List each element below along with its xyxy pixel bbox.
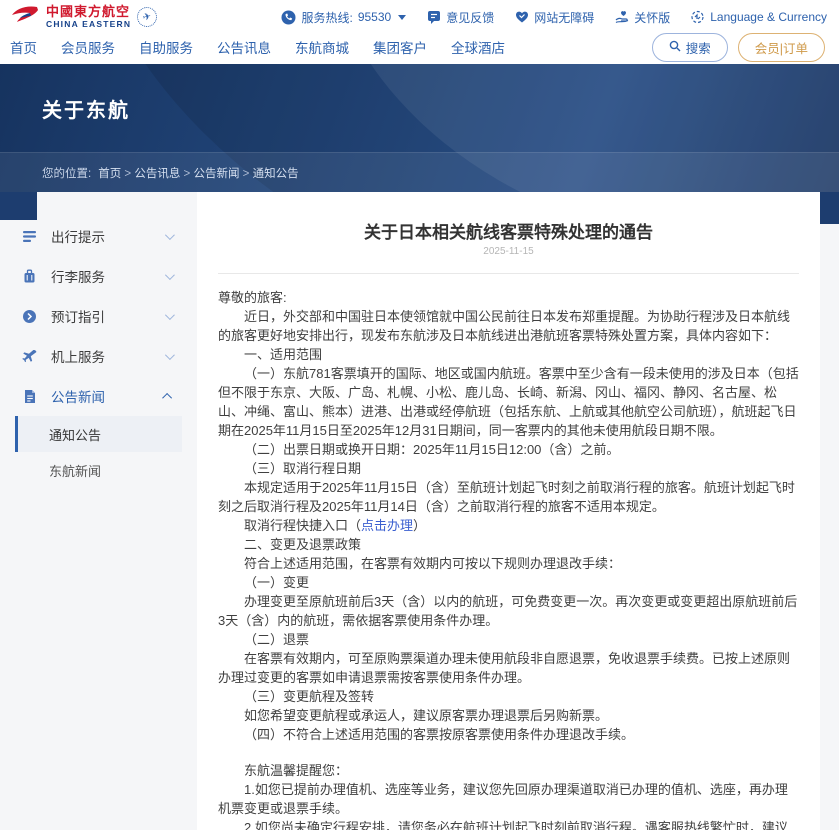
- logo-chinese-name: 中國東方航空: [46, 4, 131, 20]
- news-icon: [21, 388, 38, 405]
- article-paragraph: 在客票有效期内，可至原购票渠道办理未使用航段非自愿退票，免收退票手续费。已按上述…: [218, 651, 791, 685]
- nav-links: 首页 会员服务 自助服务 公告讯息 东航商城 集团客户 全球酒店: [10, 37, 505, 57]
- article-paragraph: 近日，外交部和中国驻日本使领馆就中国公民前往日本发布郑重提醒。为协助行程涉及日本…: [218, 309, 791, 343]
- caret-down-icon: [398, 14, 407, 20]
- topbar-link-feedback[interactable]: 意见反馈: [426, 9, 494, 26]
- chevron-down-icon: [164, 269, 175, 280]
- article-paragraph: （三）取消行程日期: [244, 461, 362, 476]
- topbar-quick-links: 意见反馈 网站无障碍 关怀版 Language & Currency: [426, 9, 827, 26]
- topbar-link-language-currency[interactable]: Language & Currency: [690, 9, 827, 26]
- topbar-link-accessibility-heart[interactable]: 网站无障碍: [514, 9, 594, 26]
- banner-title: 关于东航: [42, 100, 130, 122]
- breadcrumb-label: 您的位置:: [42, 167, 92, 180]
- chevron-down-icon: [164, 309, 175, 320]
- swallow-logo-icon: [10, 4, 40, 31]
- article-paragraph: 办理变更至原航班前后3天（含）以内的航班，可免费变更一次。再次变更或变更超出原航…: [218, 594, 798, 628]
- language-currency-icon: [690, 10, 705, 25]
- breadcrumb-link[interactable]: 公告新闻: [193, 168, 239, 180]
- chevron-down-icon: [164, 229, 175, 240]
- article-paragraph: 一、适用范围: [244, 347, 323, 362]
- article-paragraph: （三）变更航程及签转: [244, 689, 375, 704]
- booking-guide-icon: [21, 308, 38, 325]
- title-divider: [218, 273, 799, 274]
- article-paragraph: （二）退票: [244, 632, 310, 647]
- member-orders-button[interactable]: 会员|订单: [737, 32, 825, 62]
- article-body: 尊敬的旅客: 近日，外交部和中国驻日本使领馆就中国公民前往日本发布郑重提醒。为协助…: [218, 288, 799, 830]
- topbar: 中國東方航空 CHINA EASTERN ✈ 服务热线: 95530 意见反馈 …: [0, 0, 839, 34]
- search-icon: [669, 40, 681, 55]
- hotline-label: 服务热线:: [301, 10, 353, 25]
- breadcrumb-separator: >: [183, 167, 191, 180]
- inflight-service-icon: [21, 348, 38, 365]
- hotline-number: 95530: [357, 10, 392, 24]
- banner-left-notch: [0, 192, 37, 220]
- breadcrumb-link[interactable]: 公告讯息: [134, 168, 180, 180]
- breadcrumb-link[interactable]: 首页: [98, 168, 121, 180]
- article-paragraph: 符合上述适用范围，在客票有效期内可按以下规则办理退改手续：: [244, 556, 622, 571]
- sidebar-item-机上服务[interactable]: 机上服务: [15, 336, 182, 376]
- service-hotline[interactable]: 服务热线: 95530: [281, 9, 407, 26]
- sidebar: 出行提示 行李服务 预订指引 机上服务 公告新闻 通知公告 东航新闻: [15, 202, 182, 488]
- sidebar-subitem-通知公告[interactable]: 通知公告: [15, 416, 182, 452]
- article-paragraph: 本规定适用于2025年11月15日（含）至航班计划起飞时刻之前取消行程的旅客。航…: [218, 480, 795, 514]
- breadcrumb-separator: >: [124, 167, 132, 180]
- main-navbar: 首页 会员服务 自助服务 公告讯息 东航商城 集团客户 全球酒店 搜索 会员|订单: [0, 32, 839, 64]
- search-label: 搜索: [685, 41, 711, 56]
- breadcrumb: 您的位置: 首页 > 公告讯息 > 公告新闻 > 通知公告: [0, 152, 839, 192]
- nav-item-会员服务[interactable]: 会员服务: [61, 37, 115, 57]
- article-paragraph: 东航温馨提醒您：: [244, 763, 349, 778]
- breadcrumb-items: 首页 > 公告讯息 > 公告新闻 > 通知公告: [98, 165, 298, 181]
- breadcrumb-current: 通知公告: [252, 167, 299, 180]
- topbar-utilities: 服务热线: 95530 意见反馈 网站无障碍 关怀版 Language & Cu…: [281, 9, 827, 26]
- phone-icon: [281, 10, 296, 25]
- china-eastern-logo[interactable]: 中國東方航空 CHINA EASTERN ✈: [10, 4, 160, 31]
- article-paragraph: （四）不符合上述适用范围的客票按原客票使用条件办理退改手续。: [244, 727, 635, 742]
- article-paragraph: 取消行程快捷入口（点击办理）: [244, 518, 427, 533]
- article-paragraph: 1.如您已提前办理值机、选座等业务，建议您先回原办理渠道取消已办理的值机、选座，…: [218, 782, 788, 816]
- article-paragraph: 如您希望变更航程或承运人，建议原客票办理退票后另购新票。: [244, 708, 609, 723]
- article-paragraph: 2.如您尚未确定行程安排，请您务必在航班计划起飞时刻前取消行程。遇客服热线繁忙时…: [244, 820, 788, 830]
- cancel-itinerary-link[interactable]: 点击办理: [361, 518, 413, 533]
- breadcrumb-separator: >: [242, 167, 250, 180]
- search-button[interactable]: 搜索: [651, 32, 728, 62]
- nav-item-集团客户[interactable]: 集团客户: [373, 37, 427, 57]
- nav-item-自助服务[interactable]: 自助服务: [139, 37, 193, 57]
- article-paragraph: （一）变更: [244, 575, 310, 590]
- nav-item-公告讯息[interactable]: 公告讯息: [217, 37, 271, 57]
- article-paragraph: （一）东航781客票填开的国际、地区或国内航班。客票中至少含有一段未使用的涉及日…: [218, 366, 799, 438]
- article-paragraph: （二）出票日期或换开日期：2025年11月15日12:00（含）之前。: [244, 442, 620, 457]
- article-panel: 关于日本相关航线客票特殊处理的通告 2025-11-15 尊敬的旅客: 近日，外交…: [197, 192, 820, 830]
- sidebar-item-出行提示[interactable]: 出行提示: [15, 216, 182, 256]
- care-icon: [614, 10, 629, 25]
- logo-english-name: CHINA EASTERN: [46, 19, 132, 30]
- hero-banner: 关于东航 您的位置: 首页 > 公告讯息 > 公告新闻 > 通知公告: [0, 64, 839, 192]
- chevron-down-icon: [164, 349, 175, 360]
- article-paragraph: 尊敬的旅客:: [218, 290, 287, 305]
- sidebar-subitem-东航新闻[interactable]: 东航新闻: [15, 452, 182, 488]
- nav-item-东航商城[interactable]: 东航商城: [295, 37, 349, 57]
- nav-item-全球酒店[interactable]: 全球酒店: [451, 37, 505, 57]
- nav-item-首页[interactable]: 首页: [10, 37, 37, 57]
- main-area: 出行提示 行李服务 预订指引 机上服务 公告新闻 通知公告 东航新闻 关于日本相关…: [0, 192, 839, 830]
- sidebar-item-公告新闻[interactable]: 公告新闻: [15, 376, 182, 416]
- banner-right-notch: [820, 192, 839, 224]
- page: 中國東方航空 CHINA EASTERN ✈ 服务热线: 95530 意见反馈 …: [0, 0, 839, 830]
- logo-text: 中國東方航空 CHINA EASTERN: [46, 5, 131, 29]
- topbar-link-care[interactable]: 关怀版: [614, 9, 670, 26]
- sidebar-item-行李服务[interactable]: 行李服务: [15, 256, 182, 296]
- anniversary-seal-icon: ✈: [134, 4, 160, 30]
- feedback-icon: [426, 10, 441, 25]
- article-paragraph: 二、变更及退票政策: [244, 537, 362, 552]
- accessibility-heart-icon: [514, 10, 529, 25]
- article-date: 2025-11-15: [483, 246, 534, 257]
- nav-right: 搜索 会员|订单: [651, 32, 825, 62]
- travel-tips-icon: [21, 228, 38, 245]
- sidebar-item-预订指引[interactable]: 预订指引: [15, 296, 182, 336]
- baggage-icon: [21, 268, 38, 285]
- article-title: 关于日本相关航线客票特殊处理的通告: [364, 223, 653, 242]
